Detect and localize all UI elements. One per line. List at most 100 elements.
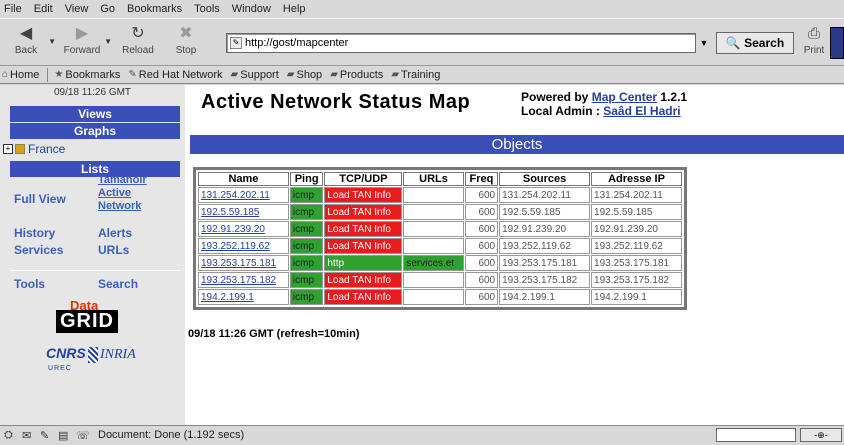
stop-button[interactable]: ✖ Stop (164, 23, 208, 63)
redhat-network-link[interactable]: ✎ Red Hat Network (128, 69, 222, 81)
table-row: 131.254.202.11 icmp Load TAN Info 600 131.25… (198, 187, 682, 203)
urls-cell (403, 238, 464, 254)
forward-button[interactable]: ▶ Forward ▼ (60, 23, 112, 63)
sidebar-alerts-link[interactable]: Alerts (98, 226, 132, 240)
freq-cell: 600 (464, 238, 499, 254)
mail-icon[interactable]: ✉ (22, 429, 31, 442)
print-button[interactable]: ⎙ Print (800, 23, 828, 63)
home-button[interactable]: ⌂ Home (2, 69, 39, 81)
support-link[interactable]: ▰ Support (231, 69, 279, 81)
col-ping: Ping (289, 172, 324, 186)
inria-logo: INRIA (88, 347, 136, 363)
ping-cell: icmp (289, 289, 324, 305)
tcp-udp-cell: Load TAN Info (324, 272, 403, 288)
sidebar-france-item[interactable]: + France (3, 142, 65, 156)
menu-tools[interactable]: Tools (194, 3, 220, 15)
url-input[interactable]: ✎ http://gost/mapcenter (226, 33, 696, 53)
menu-bookmarks[interactable]: Bookmarks (127, 3, 182, 15)
host-link[interactable]: 193.252.119.62 (198, 238, 289, 254)
sidebar-lists-header: Lists (10, 161, 180, 177)
ping-cell: icmp (289, 238, 324, 254)
tcp-udp-cell: Load TAN Info (324, 238, 403, 254)
map-center-link[interactable]: Map Center (592, 90, 657, 104)
page-icon: ✎ (230, 37, 242, 49)
sidebar-tools-link[interactable]: Tools (14, 277, 45, 291)
col-name: Name (198, 172, 289, 186)
sidebar-timestamp: 09/18 11:26 GMT (53, 87, 132, 98)
training-link[interactable]: ▰ Training (391, 69, 440, 81)
table-row: 192.91.239.20 icmp Load TAN Info 600 192.91.… (198, 221, 682, 237)
addressbook-icon[interactable]: ▤ (58, 429, 68, 442)
sidebar-views-button[interactable]: Views (10, 106, 180, 122)
freq-cell: 600 (464, 255, 499, 271)
host-link[interactable]: 192.91.239.20 (198, 221, 289, 237)
urls-cell (403, 221, 464, 237)
objects-table: Name Ping TCP/UDP URLs Freq Sources Adre… (193, 167, 687, 310)
sidebar-graphs-button[interactable]: Graphs (10, 123, 180, 139)
urls-cell: services.et (403, 255, 464, 271)
bookmarks-icon: ★ (54, 69, 64, 80)
tcp-udp-cell: Load TAN Info (324, 187, 403, 203)
navigator-icon[interactable]: ⛭ (4, 429, 13, 442)
host-link[interactable]: 192.5.59.185 (198, 204, 289, 220)
status-bar: ⛭ ✉ ✎ ▤ ☏ Document: Done (1.192 secs) -⊕… (0, 425, 844, 445)
sidebar-history-link[interactable]: History (14, 226, 55, 240)
menu-help[interactable]: Help (283, 3, 306, 15)
sidebar-divider (10, 270, 180, 271)
freq-cell: 600 (464, 204, 499, 220)
host-link[interactable]: 194.2.199.1 (198, 289, 289, 305)
sources-cell: 193.252.119.62 (499, 238, 591, 254)
forward-dropdown-icon[interactable]: ▼ (104, 37, 112, 46)
bookmarks-button[interactable]: ★ Bookmarks (54, 69, 120, 81)
urls-cell (403, 289, 464, 305)
reload-button[interactable]: ↻ Reload (116, 23, 160, 63)
browser-throbber[interactable] (830, 27, 844, 59)
main-panel: Active Network Status Map Powered by Map… (185, 85, 844, 425)
security-lock-icon[interactable]: -⊕- (800, 428, 842, 442)
home-icon: ⌂ (2, 69, 9, 80)
sources-cell: 193.253.175.181 (499, 255, 591, 271)
composer-icon[interactable]: ✎ (40, 429, 49, 442)
sources-cell: 192.5.59.185 (499, 204, 591, 220)
sidebar-tamanoir-link[interactable]: Tamanoir Active Network (98, 174, 147, 213)
back-arrow-icon: ◀ (19, 25, 33, 42)
page-title: Active Network Status Map (201, 91, 471, 113)
menu-edit[interactable]: Edit (34, 3, 53, 15)
host-link[interactable]: 193.253.175.181 (198, 255, 289, 271)
ip-address-cell: 192.91.239.20 (591, 221, 682, 237)
sidebar-search-link[interactable]: Search (98, 277, 138, 291)
urls-cell (403, 204, 464, 220)
tcp-udp-cell: Load TAN Info (324, 221, 403, 237)
shop-link[interactable]: ▰ Shop (287, 69, 322, 81)
urls-cell (403, 272, 464, 288)
stop-icon: ✖ (179, 25, 193, 42)
col-urls: URLs (403, 172, 464, 186)
back-button[interactable]: ◀ Back ▼ (4, 23, 56, 63)
chat-icon[interactable]: ☏ (76, 429, 90, 442)
host-link[interactable]: 193.253.175.182 (198, 272, 289, 288)
sidebar-urls-link[interactable]: URLs (98, 243, 129, 257)
url-history-dropdown[interactable]: ▼ (697, 33, 711, 53)
products-link[interactable]: ▰ Products (330, 69, 383, 81)
menu-file[interactable]: File (4, 3, 22, 15)
menu-go[interactable]: Go (100, 3, 115, 15)
expand-icon[interactable]: + (3, 144, 13, 154)
host-link[interactable]: 131.254.202.11 (198, 187, 289, 203)
sources-cell: 131.254.202.11 (499, 187, 591, 203)
menu-view[interactable]: View (65, 3, 89, 15)
sidebar-full-view-link[interactable]: Full View (14, 192, 66, 206)
link-icon: ✎ (128, 69, 137, 80)
search-button[interactable]: 🔍 Search (716, 32, 794, 54)
search-icon: 🔍 (725, 36, 741, 50)
back-dropdown-icon[interactable]: ▼ (48, 37, 56, 46)
table-row: 193.253.175.181 icmp http services.et 600 193… (198, 255, 682, 271)
menu-window[interactable]: Window (232, 3, 271, 15)
table-body: 131.254.202.11 icmp Load TAN Info 600 131.25… (198, 187, 682, 305)
datagrid-logo: Data GRID (48, 298, 128, 334)
ip-address-cell: 131.254.202.11 (591, 187, 682, 203)
status-text: Document: Done (1.192 secs) (98, 429, 245, 441)
sidebar-services-link[interactable]: Services (14, 243, 63, 257)
local-admin-link[interactable]: Saâd El Hadri (603, 104, 680, 118)
refresh-info: 09/18 11:26 GMT (refresh=10min) (188, 328, 360, 340)
personal-toolbar: ⌂ Home ★ Bookmarks ✎ Red Hat Network ▰ Suppo… (0, 66, 844, 84)
